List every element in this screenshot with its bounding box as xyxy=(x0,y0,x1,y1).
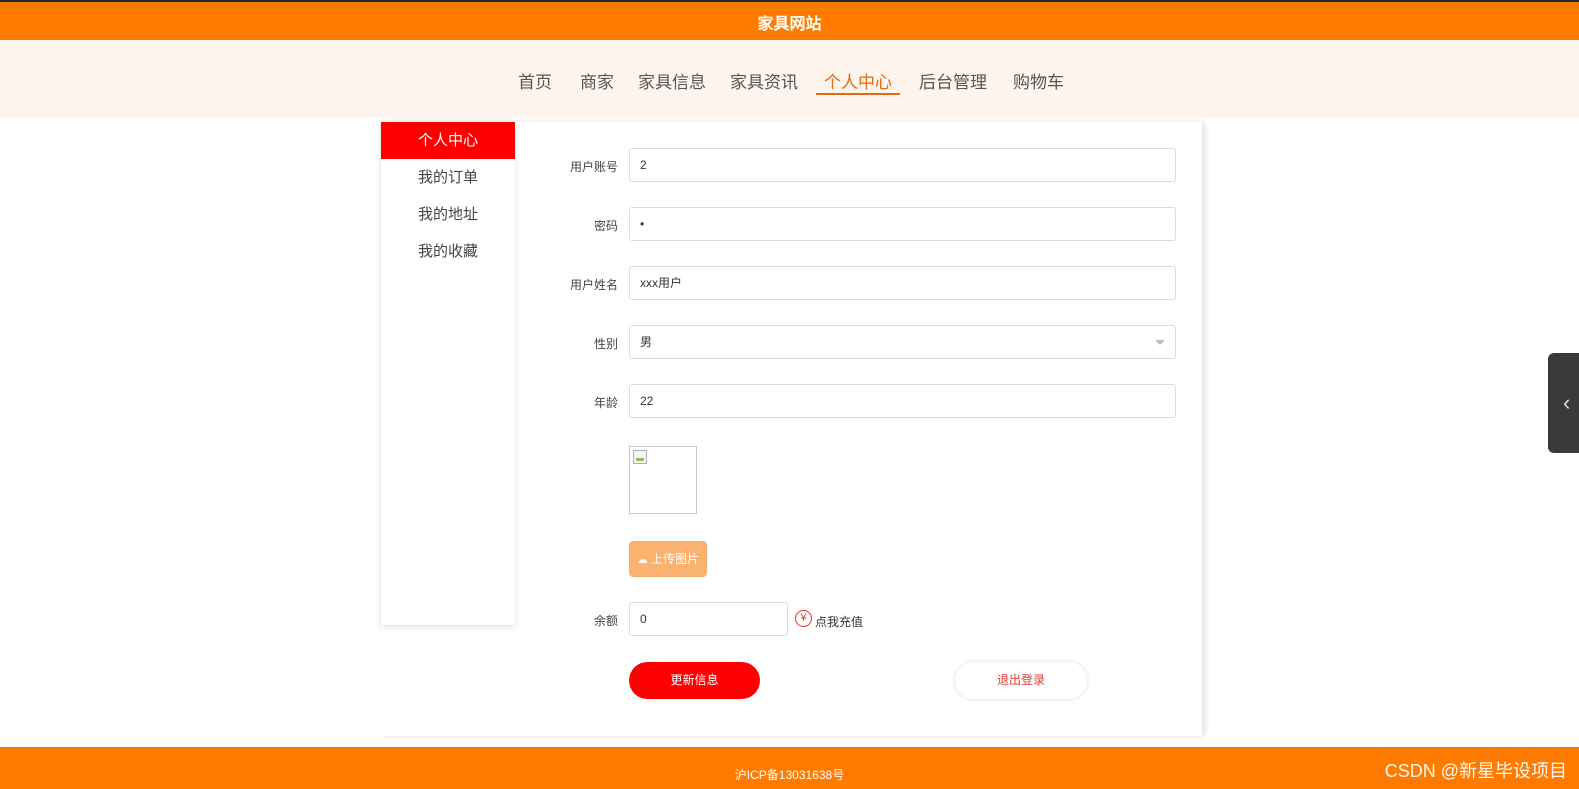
gender-label: 性别 xyxy=(593,337,618,351)
password-label: 密码 xyxy=(593,219,618,233)
sidebar-item-my-orders[interactable]: 我的订单 xyxy=(381,159,515,196)
sidebar-item-my-address[interactable]: 我的地址 xyxy=(381,196,515,233)
yen-icon[interactable]: ¥ xyxy=(795,610,812,627)
name-input[interactable]: xxx用户 xyxy=(629,266,1176,300)
nav-item-cart[interactable]: 购物车 xyxy=(1013,68,1064,93)
upload-button-label: 上传图片 xyxy=(650,552,699,566)
nav-active-underline xyxy=(816,93,900,95)
chevron-down-icon xyxy=(1155,340,1165,345)
watermark: CSDN @新星毕设项目 xyxy=(1384,761,1567,781)
account-label: 用户账号 xyxy=(569,160,618,174)
update-info-button[interactable]: 更新信息 xyxy=(629,662,760,699)
nav-item-furniture-info[interactable]: 家具信息 xyxy=(638,68,706,93)
upload-image-button[interactable]: ☁ 上传图片 xyxy=(629,541,707,577)
nav-item-home[interactable]: 首页 xyxy=(518,68,552,93)
top-bar: 家具网站 xyxy=(0,0,1579,40)
cloud-upload-icon: ☁ xyxy=(636,554,648,566)
gender-value: 男 xyxy=(640,335,653,349)
side-drawer-tab[interactable]: ‹ xyxy=(1548,353,1579,453)
sidebar-item-personal-center[interactable]: 个人中心 xyxy=(381,122,515,159)
nav-item-furniture-news[interactable]: 家具资讯 xyxy=(730,68,798,93)
gender-select[interactable]: 男 xyxy=(629,325,1176,359)
balance-input[interactable]: 0 xyxy=(629,602,788,636)
sidebar-item-my-favorites[interactable]: 我的收藏 xyxy=(381,233,515,270)
nav-item-merchant[interactable]: 商家 xyxy=(580,68,614,93)
icp-record[interactable]: 沪ICP备13031638号 xyxy=(0,766,1579,783)
age-input[interactable]: 22 xyxy=(629,384,1176,418)
sidebar: 个人中心 我的订单 我的地址 我的收藏 xyxy=(381,122,515,625)
logout-button[interactable]: 退出登录 xyxy=(955,662,1087,699)
recharge-link[interactable]: 点我充值 xyxy=(815,613,863,630)
nav-item-admin[interactable]: 后台管理 xyxy=(919,68,987,93)
chevron-left-icon: ‹ xyxy=(1563,390,1571,415)
broken-image-icon xyxy=(633,450,647,464)
nav-item-personal-center[interactable]: 个人中心 xyxy=(824,68,892,93)
age-label: 年龄 xyxy=(593,396,618,410)
footer: 沪ICP备13031638号 xyxy=(0,747,1579,789)
account-input[interactable]: 2 xyxy=(629,148,1176,182)
main-nav: 首页 商家 家具信息 家具资讯 个人中心 后台管理 购物车 xyxy=(0,40,1579,118)
name-label: 用户姓名 xyxy=(569,278,618,292)
balance-label: 余额 xyxy=(593,614,618,628)
password-input[interactable]: • xyxy=(629,207,1176,241)
avatar-preview xyxy=(629,446,697,514)
site-title: 家具网站 xyxy=(757,16,822,33)
